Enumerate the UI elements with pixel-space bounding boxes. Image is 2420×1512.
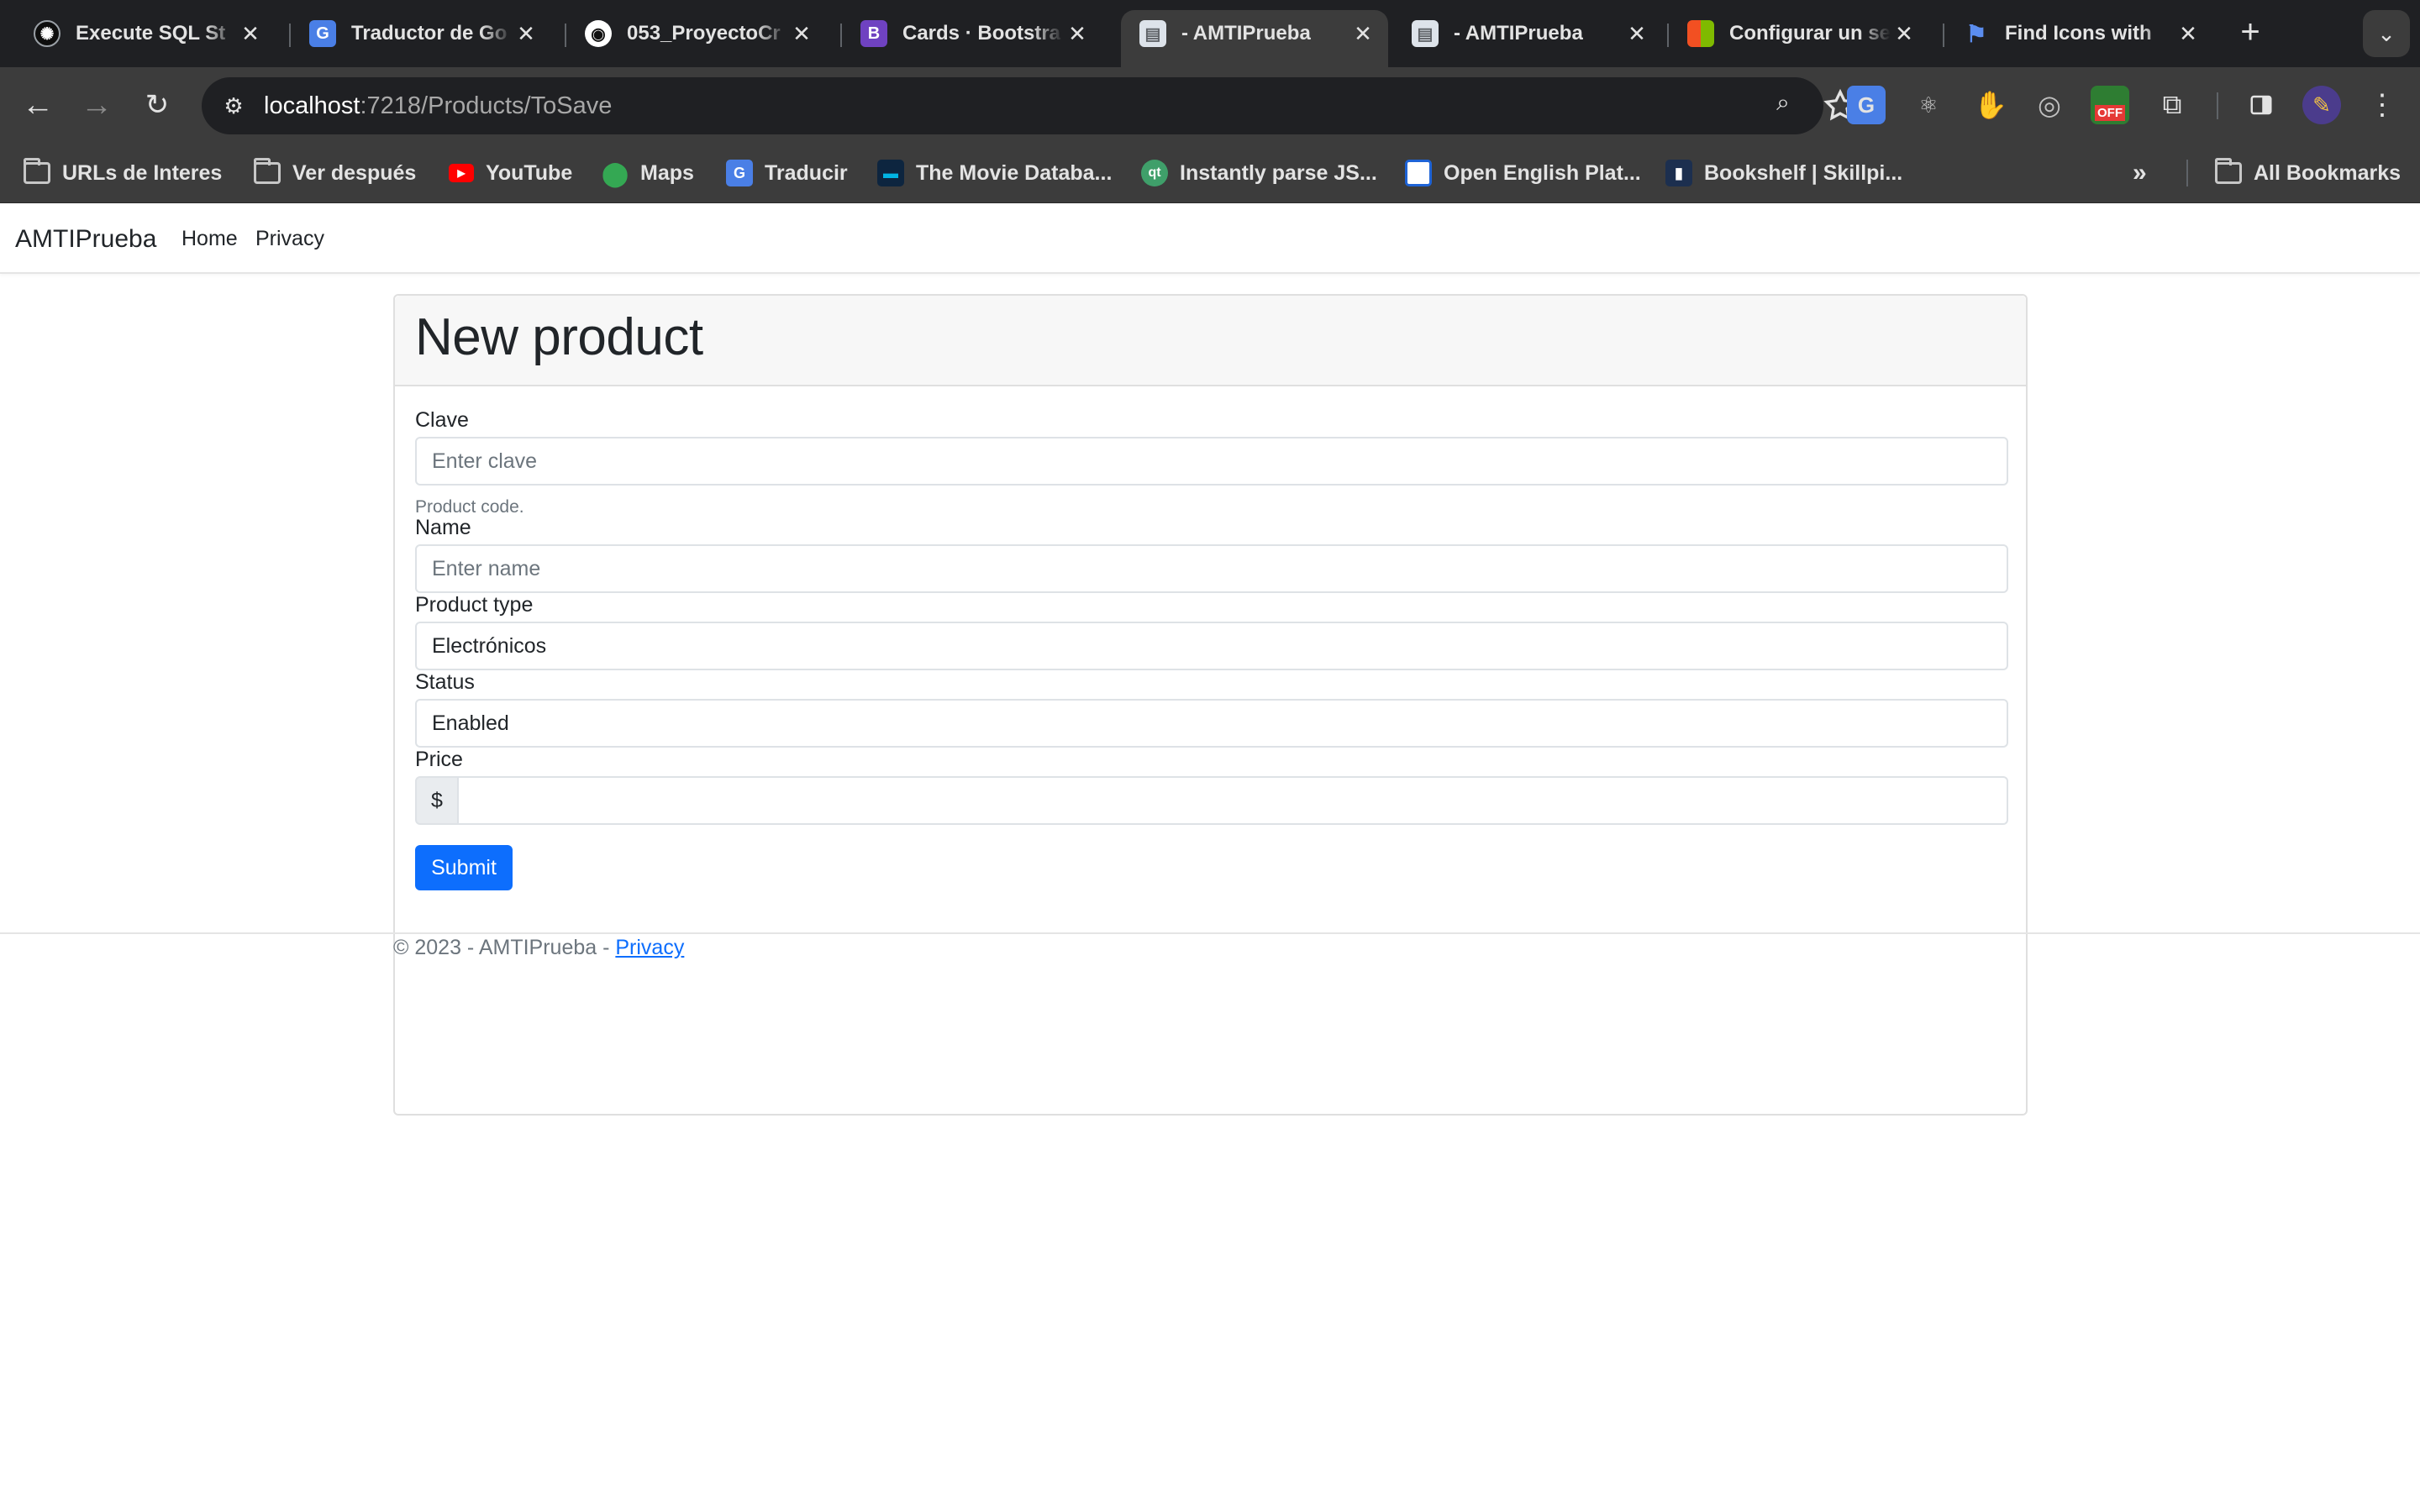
bookmark-quicktype[interactable]: qt Instantly parse JS... (1141, 156, 1377, 190)
close-tab-icon[interactable]: ✕ (237, 21, 264, 47)
bookmark-ver-despues[interactable]: Ver después (254, 156, 416, 190)
nav-home-link[interactable]: Home (182, 227, 238, 251)
tab-github[interactable]: ◉ 053_ProyectoCr ✕ (566, 10, 827, 57)
side-panel-icon[interactable] (2242, 86, 2281, 124)
tmdb-icon: ▬ (877, 160, 904, 186)
tab-strip: ✺ Execute SQL St ✕ G Traductor de Go ✕ ◉… (0, 0, 2420, 67)
google-translate-icon: G (726, 160, 753, 186)
tab-configurar[interactable]: Configurar un se ✕ (1669, 10, 1929, 57)
product-type-select[interactable]: Electrónicos (415, 622, 2008, 670)
product-type-label: Product type (415, 593, 534, 617)
folder-icon (254, 158, 281, 184)
close-tab-icon[interactable]: ✕ (513, 21, 539, 47)
github-icon: ◉ (585, 20, 612, 47)
address-bar[interactable]: ⚙ localhost:7218/Products/ToSave ⌕ (202, 77, 1857, 134)
status-label: Status (415, 670, 475, 694)
clave-help-text: Product code. (415, 497, 524, 517)
status-select[interactable]: Enabled (415, 699, 2008, 748)
open-english-icon (1405, 160, 1432, 186)
currency-prefix: $ (415, 776, 459, 825)
site-brand[interactable]: AMTIPrueba (15, 225, 156, 254)
zoom-icon[interactable]: ⌕ (1766, 89, 1800, 123)
document-icon: ▤ (1412, 20, 1439, 47)
maps-icon: ⬤ (602, 160, 629, 186)
bookmark-maps[interactable]: ⬤ Maps (602, 156, 694, 190)
flag-icon: ⚑ (1965, 20, 1987, 47)
bootstrap-icon: B (860, 20, 887, 47)
more-bookmarks-chevron-icon[interactable]: » (2133, 156, 2147, 190)
close-tab-icon[interactable]: ✕ (1349, 21, 1376, 47)
close-tab-icon[interactable]: ✕ (2175, 21, 2202, 47)
price-input-group: $ (415, 776, 2008, 825)
close-tab-icon[interactable]: ✕ (1891, 21, 1918, 47)
site-info-icon[interactable]: ⚙ (217, 89, 250, 123)
card-header: New product (395, 296, 2026, 386)
all-bookmarks-button[interactable]: All Bookmarks (2215, 156, 2401, 190)
submit-button[interactable]: Submit (415, 845, 513, 890)
document-icon: ▤ (1139, 20, 1166, 47)
microsoft-icon (1687, 20, 1714, 47)
extensions-puzzle-icon[interactable]: ⧉ (2153, 86, 2191, 124)
new-product-card: New product Clave Enter clave Product co… (393, 294, 2028, 1116)
bookmark-open-english[interactable]: Open English Plat... (1405, 156, 1641, 190)
folder-icon (2215, 158, 2242, 184)
tab-amtiprueba-active[interactable]: ▤ - AMTIPrueba ✕ (1121, 10, 1388, 67)
name-input[interactable]: Enter name (415, 544, 2008, 593)
clave-label: Clave (415, 408, 469, 432)
menu-kebab-icon[interactable]: ⋮ (2363, 86, 2402, 124)
price-label: Price (415, 748, 463, 771)
tab-find-icons[interactable]: ⚑ Find Icons with ✕ (1944, 10, 2213, 57)
back-button[interactable]: ← (17, 84, 59, 126)
close-tab-icon[interactable]: ✕ (1623, 21, 1650, 47)
bookmark-tmdb[interactable]: ▬ The Movie Databa... (877, 156, 1112, 190)
footer-copyright: © 2023 - AMTIPrueba - (393, 936, 616, 959)
bookmarks-bar: URLs de Interes Ver después ▶ YouTube ⬤ … (0, 143, 2420, 203)
bookmark-urls-de-interes[interactable]: URLs de Interes (24, 156, 222, 190)
google-translate-icon: G (309, 20, 336, 47)
tab-traductor[interactable]: G Traductor de Go ✕ (291, 10, 551, 57)
web-page: AMTIPrueba Home Privacy New product Clav… (0, 203, 2420, 1512)
tab-bootstrap-cards[interactable]: B Cards · Bootstra ✕ (842, 10, 1102, 57)
profile-avatar[interactable]: ✎ (2302, 86, 2341, 124)
footer-divider (0, 932, 2420, 934)
quicktype-icon: qt (1141, 160, 1168, 186)
footer-privacy-link[interactable]: Privacy (615, 936, 684, 959)
react-devtools-icon[interactable]: ⚛ (1909, 86, 1948, 124)
url-text[interactable]: localhost:7218/Products/ToSave (264, 92, 612, 120)
site-navbar: AMTIPrueba Home Privacy (0, 203, 2420, 274)
tab-amtiprueba[interactable]: ▤ - AMTIPrueba ✕ (1393, 10, 1662, 57)
bookmark-youtube[interactable]: ▶ YouTube (449, 156, 572, 190)
footer: © 2023 - AMTIPrueba - Privacy (393, 936, 684, 960)
youtube-icon: ▶ (449, 164, 474, 182)
tab-search-button[interactable]: ⌄ (2363, 10, 2410, 57)
target-icon[interactable]: ◎ (2030, 86, 2069, 124)
book-icon: ▮ (1665, 160, 1692, 186)
bookmark-skillpipe[interactable]: ▮ Bookshelf | Skillpi... (1665, 156, 1902, 190)
name-label: Name (415, 516, 471, 539)
openai-icon: ✺ (34, 20, 60, 47)
google-translate-extension-icon[interactable]: G (1847, 86, 1886, 124)
bookmark-traducir[interactable]: G Traducir (726, 156, 848, 190)
new-tab-button[interactable]: + (2232, 15, 2269, 52)
close-tab-icon[interactable]: ✕ (1064, 21, 1091, 47)
forward-button[interactable]: → (76, 84, 118, 126)
clave-input[interactable]: Enter clave (415, 437, 2008, 486)
off-extension-icon[interactable]: OFF (2091, 86, 2129, 124)
adblock-hand-icon[interactable]: ✋ (1971, 86, 2010, 124)
folder-icon (24, 158, 50, 184)
close-tab-icon[interactable]: ✕ (788, 21, 815, 47)
reload-button[interactable]: ↻ (136, 84, 178, 126)
page-title: New product (415, 308, 703, 366)
tab-execute-sql[interactable]: ✺ Execute SQL St ✕ (15, 10, 276, 57)
price-input[interactable] (459, 776, 2008, 825)
nav-privacy-link[interactable]: Privacy (255, 227, 324, 251)
browser-toolbar: ← → ↻ ⚙ localhost:7218/Products/ToSave ⌕… (0, 67, 2420, 143)
